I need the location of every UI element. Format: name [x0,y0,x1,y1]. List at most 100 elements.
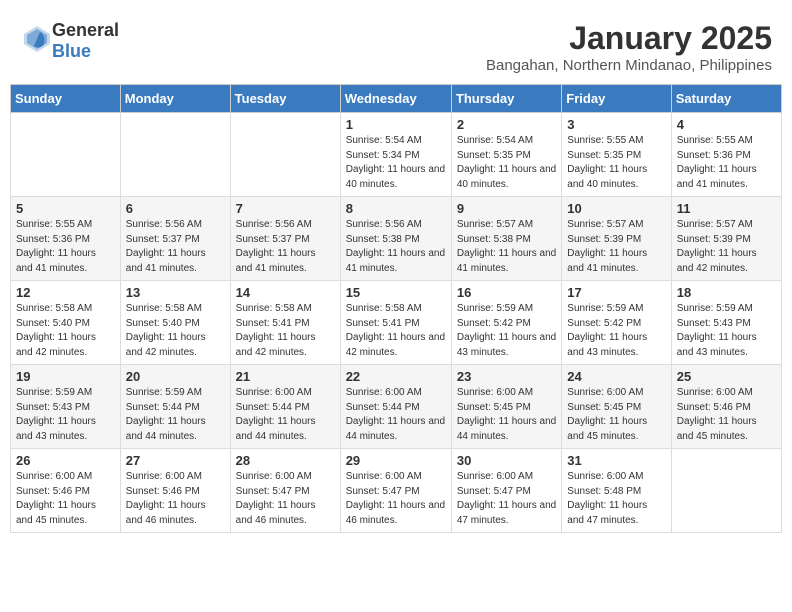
sunrise: Sunrise: 5:58 AM [236,303,312,314]
day-info: Sunrise: 6:00 AM Sunset: 5:47 PM Dayligh… [346,470,446,528]
day-info: Sunrise: 6:00 AM Sunset: 5:44 PM Dayligh… [346,386,446,444]
sunset: Sunset: 5:38 PM [346,234,420,245]
logo-icon [22,24,52,54]
sunset: Sunset: 5:36 PM [677,150,751,161]
calendar-week-2: 5 Sunrise: 5:55 AM Sunset: 5:36 PM Dayli… [11,197,782,281]
day-info: Sunrise: 6:00 AM Sunset: 5:46 PM Dayligh… [16,470,115,528]
day-number: 12 [16,285,115,300]
sunset: Sunset: 5:43 PM [16,402,90,413]
sunset: Sunset: 5:44 PM [346,402,420,413]
calendar-cell: 2 Sunrise: 5:54 AM Sunset: 5:35 PM Dayli… [451,113,561,197]
sunrise: Sunrise: 6:00 AM [457,387,533,398]
calendar-cell: 27 Sunrise: 6:00 AM Sunset: 5:46 PM Dayl… [120,449,230,533]
day-number: 6 [126,201,225,216]
day-info: Sunrise: 5:55 AM Sunset: 5:36 PM Dayligh… [677,134,776,192]
daylight: Daylight: 11 hours and 41 minutes. [567,248,647,274]
daylight: Daylight: 11 hours and 40 minutes. [567,164,647,190]
day-number: 5 [16,201,115,216]
sunrise: Sunrise: 5:56 AM [236,219,312,230]
sunset: Sunset: 5:40 PM [16,318,90,329]
calendar-cell: 30 Sunrise: 6:00 AM Sunset: 5:47 PM Dayl… [451,449,561,533]
daylight: Daylight: 11 hours and 45 minutes. [677,416,757,442]
daylight: Daylight: 11 hours and 42 minutes. [236,332,316,358]
sunrise: Sunrise: 5:59 AM [457,303,533,314]
logo-general: General [52,20,119,40]
sunrise: Sunrise: 5:58 AM [126,303,202,314]
day-info: Sunrise: 5:58 AM Sunset: 5:41 PM Dayligh… [236,302,335,360]
calendar-cell: 14 Sunrise: 5:58 AM Sunset: 5:41 PM Dayl… [230,281,340,365]
calendar-cell: 12 Sunrise: 5:58 AM Sunset: 5:40 PM Dayl… [11,281,121,365]
sunset: Sunset: 5:47 PM [236,486,310,497]
day-info: Sunrise: 5:56 AM Sunset: 5:38 PM Dayligh… [346,218,446,276]
daylight: Daylight: 11 hours and 47 minutes. [567,500,647,526]
calendar-cell: 8 Sunrise: 5:56 AM Sunset: 5:38 PM Dayli… [340,197,451,281]
sunset: Sunset: 5:34 PM [346,150,420,161]
calendar-week-4: 19 Sunrise: 5:59 AM Sunset: 5:43 PM Dayl… [11,365,782,449]
daylight: Daylight: 11 hours and 44 minutes. [236,416,316,442]
daylight: Daylight: 11 hours and 44 minutes. [346,416,445,442]
calendar-cell: 9 Sunrise: 5:57 AM Sunset: 5:38 PM Dayli… [451,197,561,281]
daylight: Daylight: 11 hours and 46 minutes. [346,500,445,526]
daylight: Daylight: 11 hours and 41 minutes. [346,248,445,274]
day-number: 30 [457,453,556,468]
calendar-cell: 31 Sunrise: 6:00 AM Sunset: 5:48 PM Dayl… [562,449,671,533]
sunrise: Sunrise: 5:59 AM [567,303,643,314]
weekday-header-thursday: Thursday [451,85,561,113]
sunrise: Sunrise: 5:59 AM [126,387,202,398]
sunrise: Sunrise: 5:57 AM [677,219,753,230]
calendar-week-3: 12 Sunrise: 5:58 AM Sunset: 5:40 PM Dayl… [11,281,782,365]
sunset: Sunset: 5:35 PM [457,150,531,161]
day-info: Sunrise: 5:58 AM Sunset: 5:40 PM Dayligh… [16,302,115,360]
daylight: Daylight: 11 hours and 41 minutes. [457,248,556,274]
calendar-cell: 5 Sunrise: 5:55 AM Sunset: 5:36 PM Dayli… [11,197,121,281]
calendar-cell: 10 Sunrise: 5:57 AM Sunset: 5:39 PM Dayl… [562,197,671,281]
sunrise: Sunrise: 6:00 AM [16,471,92,482]
day-number: 16 [457,285,556,300]
sunrise: Sunrise: 5:58 AM [346,303,422,314]
sunset: Sunset: 5:46 PM [16,486,90,497]
sunrise: Sunrise: 6:00 AM [126,471,202,482]
day-info: Sunrise: 5:55 AM Sunset: 5:36 PM Dayligh… [16,218,115,276]
calendar-header-row: SundayMondayTuesdayWednesdayThursdayFrid… [11,85,782,113]
calendar-cell: 11 Sunrise: 5:57 AM Sunset: 5:39 PM Dayl… [671,197,781,281]
sunset: Sunset: 5:39 PM [677,234,751,245]
day-info: Sunrise: 6:00 AM Sunset: 5:47 PM Dayligh… [457,470,556,528]
calendar-table: SundayMondayTuesdayWednesdayThursdayFrid… [10,84,782,533]
sunrise: Sunrise: 6:00 AM [346,387,422,398]
calendar-cell: 19 Sunrise: 5:59 AM Sunset: 5:43 PM Dayl… [11,365,121,449]
calendar-cell: 3 Sunrise: 5:55 AM Sunset: 5:35 PM Dayli… [562,113,671,197]
logo-blue: Blue [52,41,91,61]
weekday-header-wednesday: Wednesday [340,85,451,113]
sunrise: Sunrise: 5:59 AM [677,303,753,314]
sunset: Sunset: 5:40 PM [126,318,200,329]
daylight: Daylight: 11 hours and 44 minutes. [457,416,556,442]
calendar-cell: 1 Sunrise: 5:54 AM Sunset: 5:34 PM Dayli… [340,113,451,197]
sunrise: Sunrise: 5:54 AM [346,135,422,146]
day-info: Sunrise: 5:58 AM Sunset: 5:41 PM Dayligh… [346,302,446,360]
daylight: Daylight: 11 hours and 41 minutes. [677,164,757,190]
day-info: Sunrise: 6:00 AM Sunset: 5:45 PM Dayligh… [457,386,556,444]
sunrise: Sunrise: 6:00 AM [346,471,422,482]
daylight: Daylight: 11 hours and 44 minutes. [126,416,206,442]
daylight: Daylight: 11 hours and 41 minutes. [16,248,96,274]
day-info: Sunrise: 5:59 AM Sunset: 5:43 PM Dayligh… [677,302,776,360]
day-number: 17 [567,285,665,300]
calendar-cell: 17 Sunrise: 5:59 AM Sunset: 5:42 PM Dayl… [562,281,671,365]
daylight: Daylight: 11 hours and 47 minutes. [457,500,556,526]
sunset: Sunset: 5:35 PM [567,150,641,161]
sunrise: Sunrise: 5:59 AM [16,387,92,398]
day-number: 23 [457,369,556,384]
calendar-cell [671,449,781,533]
day-info: Sunrise: 5:59 AM Sunset: 5:42 PM Dayligh… [457,302,556,360]
daylight: Daylight: 11 hours and 43 minutes. [567,332,647,358]
daylight: Daylight: 11 hours and 42 minutes. [126,332,206,358]
sunset: Sunset: 5:41 PM [236,318,310,329]
daylight: Daylight: 11 hours and 42 minutes. [677,248,757,274]
weekday-header-monday: Monday [120,85,230,113]
sunset: Sunset: 5:38 PM [457,234,531,245]
title-block: January 2025 Bangahan, Northern Mindanao… [486,20,772,74]
day-info: Sunrise: 5:54 AM Sunset: 5:34 PM Dayligh… [346,134,446,192]
sunset: Sunset: 5:47 PM [457,486,531,497]
day-info: Sunrise: 5:57 AM Sunset: 5:38 PM Dayligh… [457,218,556,276]
sunrise: Sunrise: 5:56 AM [126,219,202,230]
